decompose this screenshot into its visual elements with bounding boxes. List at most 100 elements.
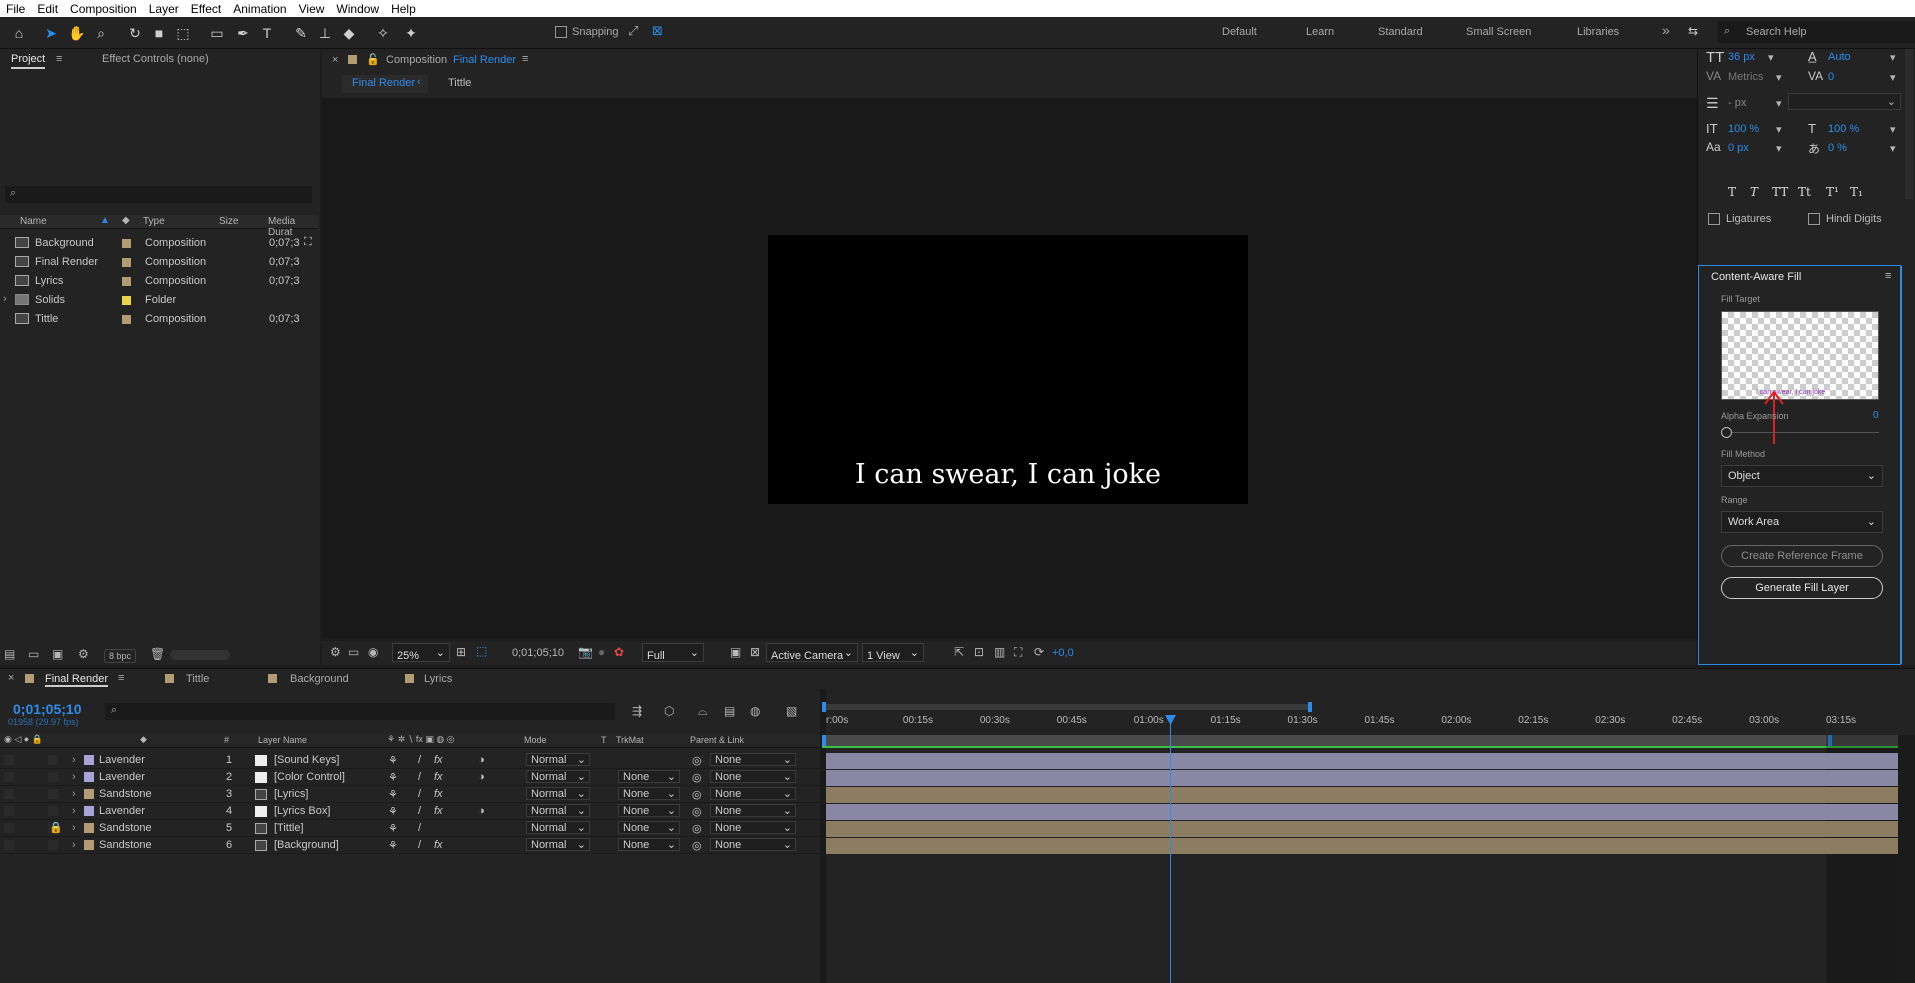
transparency-grid-icon[interactable]: ⊠ xyxy=(750,645,760,659)
stroke-type-dropdown[interactable]: ⌄ xyxy=(1788,93,1901,110)
zoom-dropdown[interactable]: 25% ⌄ xyxy=(392,643,450,662)
parent-dropdown[interactable]: None ⌄ xyxy=(710,804,796,817)
layer-row[interactable]: › Lavender 2 [Color Control] ⚘ / fx ◑ Normal ⌄ Non… xyxy=(0,769,820,786)
column-name[interactable]: Name xyxy=(20,216,47,227)
layer-duration-bar[interactable] xyxy=(826,838,1898,854)
shy-switch-icon[interactable]: ⚘ xyxy=(388,788,398,801)
lock-toggle[interactable] xyxy=(48,789,58,799)
trkmat-dropdown[interactable]: None ⌄ xyxy=(618,838,680,851)
chevron-down-icon[interactable]: ▾ xyxy=(1890,123,1896,136)
exposure-value[interactable]: +0,0 xyxy=(1052,647,1074,659)
menu-window[interactable]: Window xyxy=(330,2,385,16)
effects-switch-icon[interactable]: fx xyxy=(434,788,443,800)
workspace-small-screen[interactable]: Small Screen xyxy=(1466,26,1531,38)
menu-composition[interactable]: Composition xyxy=(64,2,143,16)
layer-row[interactable]: 🔒 › Sandstone 5 [Tittle] ⚘ / Normal ⌄ None ⌄ ◎ None ⌄ xyxy=(0,820,820,837)
pan-behind-tool-icon[interactable]: ⬚ xyxy=(172,22,194,44)
work-area-bar[interactable] xyxy=(822,735,1898,748)
chevron-down-icon[interactable]: ▾ xyxy=(1776,71,1782,84)
quality-switch-icon[interactable]: / xyxy=(418,754,421,766)
quality-switch-icon[interactable]: / xyxy=(418,839,421,851)
blend-mode-dropdown[interactable]: Normal ⌄ xyxy=(526,838,590,851)
vertical-scale-value[interactable]: 100 % xyxy=(1728,123,1759,135)
layer-label-color[interactable] xyxy=(84,789,94,799)
composition-mini-flowchart-icon[interactable]: ⇶ xyxy=(632,704,642,718)
all-caps-button[interactable]: TT xyxy=(1772,185,1788,199)
monitor-icon[interactable]: ▭ xyxy=(348,645,359,659)
tab-effect-controls[interactable]: Effect Controls (none) xyxy=(102,53,209,65)
layer-name[interactable]: [Lyrics] xyxy=(274,788,308,800)
character-panel-scrollbar[interactable] xyxy=(1905,49,1913,199)
layer-name[interactable]: [Lyrics Box] xyxy=(274,805,330,817)
thumbnail-slider[interactable] xyxy=(170,650,230,660)
shy-switch-icon[interactable]: ⚘ xyxy=(388,805,398,818)
navigator-end-handle[interactable] xyxy=(1308,702,1312,712)
layer-name[interactable]: [Sound Keys] xyxy=(274,754,339,766)
menu-help[interactable]: Help xyxy=(385,2,422,16)
interpret-footage-icon[interactable]: ▤ xyxy=(4,647,15,661)
workspace-libraries[interactable]: Libraries xyxy=(1577,26,1619,38)
eraser-tool-icon[interactable]: ◆ xyxy=(338,22,360,44)
layer-row[interactable]: › Sandstone 6 [Background] ⚘ / fx Normal ⌄ None ⌄ ◎… xyxy=(0,837,820,854)
trkmat-dropdown[interactable]: None ⌄ xyxy=(618,770,680,783)
adjustment-layer-icon[interactable]: ◑ xyxy=(478,771,485,783)
snap-features-icon[interactable]: ⊠ xyxy=(652,23,663,39)
layer-duration-bar[interactable] xyxy=(826,804,1898,820)
lock-toggle[interactable] xyxy=(48,806,58,816)
tab-project[interactable]: Project xyxy=(11,53,46,69)
timeline-tab-lyrics[interactable]: Lyrics xyxy=(424,673,452,685)
composition-frame[interactable]: I can swear, I can joke xyxy=(768,235,1248,504)
expand-arrow-icon[interactable]: › xyxy=(3,293,7,305)
expand-arrow-icon[interactable]: › xyxy=(72,839,76,851)
faux-bold-button[interactable]: T xyxy=(1728,185,1736,199)
parent-dropdown[interactable]: None ⌄ xyxy=(710,838,796,851)
pick-whip-icon[interactable]: ◎ xyxy=(692,788,702,801)
close-icon[interactable]: × xyxy=(8,672,14,684)
trkmat-dropdown[interactable]: None ⌄ xyxy=(618,787,680,800)
brush-tool-icon[interactable]: ✎ xyxy=(290,22,312,44)
reset-exposure-icon[interactable]: ⟳ xyxy=(1034,645,1044,659)
roto-brush-tool-icon[interactable]: ✧ xyxy=(372,22,394,44)
search-help-field[interactable]: ⌕ Search Help xyxy=(1718,21,1915,43)
toggle-pixel-aspect-icon[interactable]: ⇱ xyxy=(954,645,964,659)
layer-label-color[interactable] xyxy=(84,823,94,833)
pick-whip-icon[interactable]: ◎ xyxy=(692,805,702,818)
lock-toggle[interactable] xyxy=(48,772,58,782)
panel-menu-icon[interactable]: ≡ xyxy=(56,53,62,65)
camera-dropdown[interactable]: Active Camera ⌄ xyxy=(766,643,858,662)
horizontal-scale-value[interactable]: 100 % xyxy=(1828,123,1859,135)
hand-tool-icon[interactable]: ✋ xyxy=(66,22,88,44)
expand-arrow-icon[interactable]: › xyxy=(72,805,76,817)
create-reference-frame-button[interactable]: Create Reference Frame xyxy=(1721,545,1883,567)
parent-dropdown[interactable]: None ⌄ xyxy=(710,787,796,800)
layer-row[interactable]: › Lavender 1 [Sound Keys] ⚘ / fx ◑ Normal ⌄ ◎ None ⌄ xyxy=(0,752,820,769)
quality-switch-icon[interactable]: / xyxy=(418,805,421,817)
faux-italic-button[interactable]: T xyxy=(1750,185,1758,199)
timeline-scrollbar[interactable] xyxy=(1898,735,1915,983)
pick-whip-icon[interactable]: ◎ xyxy=(692,754,702,767)
layer-name[interactable]: [Color Control] xyxy=(274,771,345,783)
column-type[interactable]: Type xyxy=(143,216,165,227)
chevron-down-icon[interactable]: ▾ xyxy=(1890,51,1896,64)
panel-menu-icon[interactable]: ≡ xyxy=(118,672,124,684)
pen-tool-icon[interactable]: ✒ xyxy=(232,22,254,44)
expand-arrow-icon[interactable]: › xyxy=(72,822,76,834)
snapping-checkbox[interactable] xyxy=(555,26,567,38)
always-preview-icon[interactable]: ⚙ xyxy=(330,645,341,659)
bit-depth-button[interactable]: 8 bpc xyxy=(104,649,137,663)
fast-previews-icon[interactable]: ▣ xyxy=(730,645,741,659)
sync-settings-icon[interactable]: ⇆ xyxy=(1688,24,1698,38)
small-caps-button[interactable]: Tt xyxy=(1798,185,1811,199)
show-snapshot-icon[interactable]: ● xyxy=(598,645,605,659)
alpha-expansion-value[interactable]: 0 xyxy=(1873,410,1879,421)
label-color-chip[interactable] xyxy=(122,277,131,286)
shy-switch-icon[interactable]: ⚘ xyxy=(388,839,398,852)
graph-editor-icon[interactable]: ▧ xyxy=(786,704,797,718)
effects-switch-icon[interactable]: fx xyxy=(434,754,443,766)
menu-file[interactable]: File xyxy=(0,2,31,16)
alpha-expansion-track[interactable] xyxy=(1721,432,1879,433)
menu-layer[interactable]: Layer xyxy=(143,2,185,16)
timeline-current-time[interactable]: 0;01;05;10 xyxy=(13,701,82,717)
timeline-tab-final-render[interactable]: Final Render xyxy=(45,673,108,687)
fit-icon[interactable]: ⊞ xyxy=(456,645,466,659)
